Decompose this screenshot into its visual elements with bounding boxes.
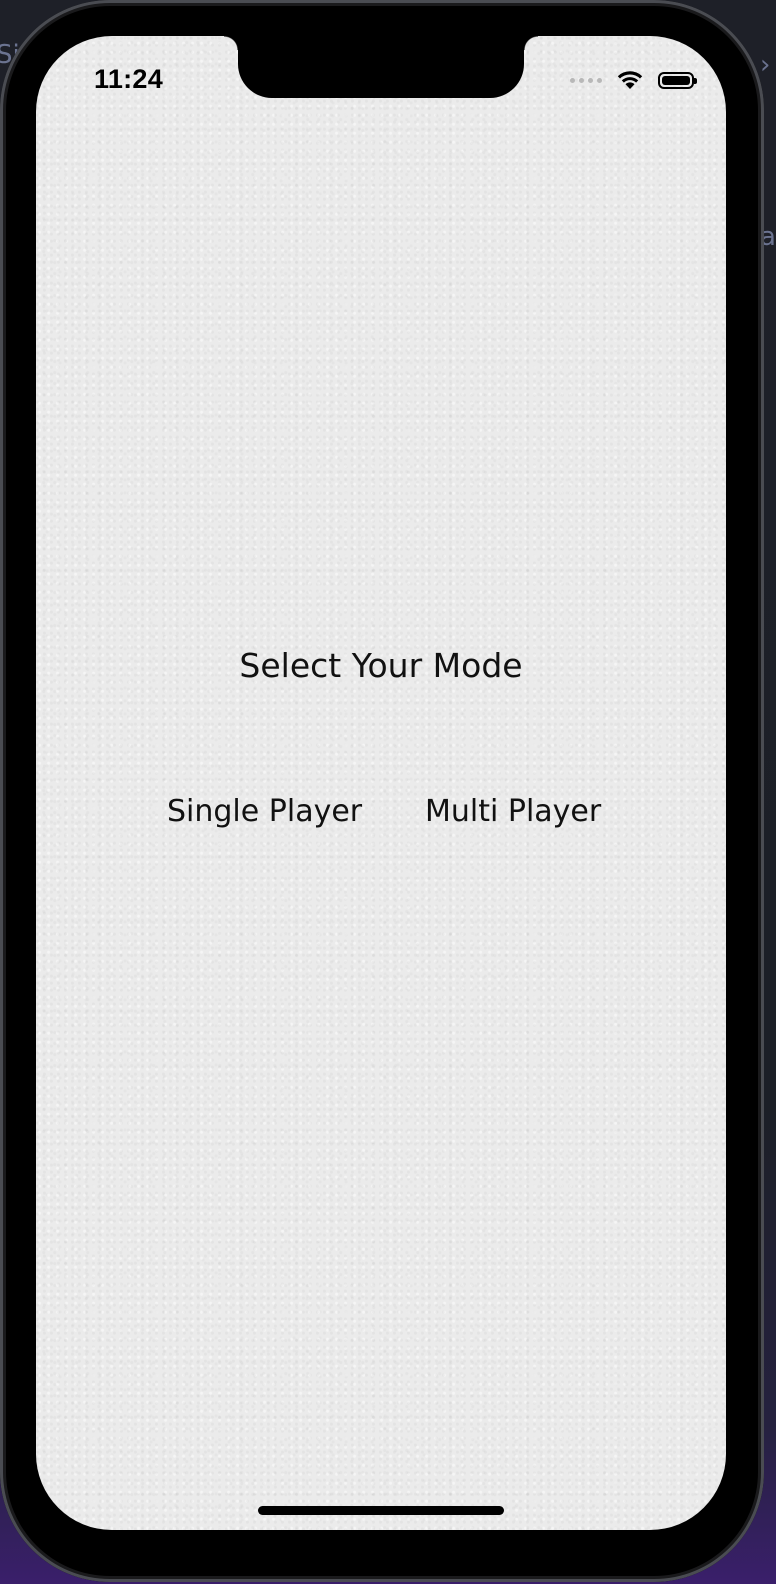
cellular-signal-icon bbox=[570, 77, 602, 83]
home-indicator[interactable] bbox=[258, 1506, 504, 1515]
page-title: Select Your Mode bbox=[239, 646, 523, 685]
battery-level-fill bbox=[662, 75, 690, 85]
background-editor-glyph: › bbox=[760, 50, 771, 80]
battery-icon bbox=[658, 71, 697, 89]
app-screen: 11:24 Select Your Mode Single Player Mul… bbox=[36, 36, 726, 1530]
single-player-button[interactable]: Single Player bbox=[167, 794, 362, 829]
status-bar-time: 11:24 bbox=[94, 64, 164, 94]
device-notch bbox=[224, 36, 538, 98]
device-frame: 11:24 Select Your Mode Single Player Mul… bbox=[0, 0, 764, 1582]
multi-player-button[interactable]: Multi Player bbox=[425, 794, 601, 829]
status-bar-indicators bbox=[570, 69, 697, 91]
wifi-icon bbox=[617, 71, 643, 89]
